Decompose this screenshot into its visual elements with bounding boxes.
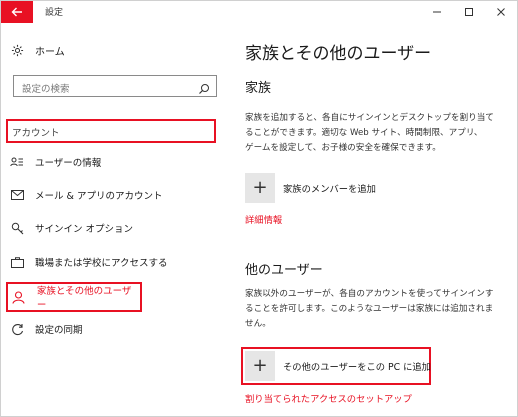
close-icon — [497, 8, 505, 16]
minimize-icon — [433, 11, 441, 13]
description-line: 家族以外のユーザーが、各自のアカウントを使ってサインインす — [245, 289, 494, 299]
description-line: 家族を追加すると、各自にサインインとデスクトップを割り当て — [245, 113, 494, 123]
sidebar-item-email-accounts[interactable]: メール & アプリのアカウント — [9, 182, 162, 208]
sidebar-item-signin-options[interactable]: サインイン オプション — [9, 215, 133, 241]
user-info-icon — [9, 156, 25, 168]
sidebar-item-label: 家族とその他のユーザー — [36, 286, 132, 311]
plus-icon: + — [252, 355, 268, 376]
sidebar-item-work-school[interactable]: 職場または学校にアクセスする — [9, 249, 168, 275]
sidebar-item-label: メール & アプリのアカウント — [35, 191, 163, 202]
description-line: せん。 — [245, 319, 271, 329]
search-box[interactable]: 設定の検索 — [13, 75, 217, 97]
close-button[interactable] — [485, 1, 517, 23]
briefcase-icon — [9, 256, 25, 268]
more-info-link[interactable]: 詳細情報 — [245, 212, 282, 226]
assigned-access-link[interactable]: 割り当てられたアクセスのセットアップ — [245, 391, 412, 405]
category-label: アカウント — [12, 128, 60, 139]
settings-window: 設定 ホーム 設定の検索 アカウント ユーザーの情報 メール & アプリのアカウ… — [0, 0, 518, 417]
add-other-user-label: その他のユーザーをこの PC に追加 — [283, 362, 431, 373]
add-family-member-button[interactable]: + 家族のメンバーを追加 — [245, 173, 376, 203]
home-nav-item[interactable]: ホーム — [11, 43, 65, 58]
window-title: 設定 — [45, 8, 64, 18]
description-line: ることができます。適切な Web サイト、時間制限、アプリ、 — [245, 128, 483, 138]
back-button[interactable] — [1, 1, 33, 23]
mail-icon — [9, 190, 25, 200]
sidebar-item-label: 職場または学校にアクセスする — [35, 258, 168, 269]
maximize-button[interactable] — [453, 1, 485, 23]
sidebar-item-label: 設定の同期 — [35, 325, 83, 336]
section-heading-family: 家族 — [245, 81, 272, 96]
search-icon[interactable] — [198, 80, 210, 99]
sidebar-item-user-info[interactable]: ユーザーの情報 — [9, 149, 101, 175]
sidebar-item-label: サインイン オプション — [35, 224, 134, 235]
plus-icon-tile: + — [245, 351, 275, 381]
add-family-member-label: 家族のメンバーを追加 — [283, 184, 376, 195]
description-line: ることを許可します。このようなユーザーは家族には追加されま — [245, 304, 494, 314]
gear-icon — [11, 44, 25, 57]
plus-icon-tile: + — [245, 173, 275, 203]
description-line: ゲームを設定して、お子様の安全を確保できます。 — [245, 143, 441, 153]
add-other-user-button[interactable]: + その他のユーザーをこの PC に追加 — [245, 351, 431, 381]
sync-icon — [9, 323, 25, 336]
other-users-description: 家族以外のユーザーが、各自のアカウントを使ってサインインす ることを許可します。… — [245, 287, 507, 332]
back-arrow-icon — [11, 7, 22, 17]
plus-icon: + — [252, 177, 268, 198]
family-description: 家族を追加すると、各自にサインインとデスクトップを割り当て ることができます。適… — [245, 111, 507, 156]
sidebar: ホーム 設定の検索 アカウント ユーザーの情報 メール & アプリのアカウント … — [1, 23, 227, 416]
minimize-button[interactable] — [421, 1, 453, 23]
section-heading-other-users: 他のユーザー — [245, 263, 323, 278]
home-label: ホーム — [35, 47, 65, 58]
person-icon — [11, 290, 27, 304]
search-placeholder: 設定の検索 — [22, 84, 70, 95]
sidebar-item-family-other-users[interactable]: 家族とその他のユーザー — [6, 282, 142, 312]
page-title: 家族とその他のユーザー — [245, 44, 432, 64]
sidebar-item-label: ユーザーの情報 — [35, 158, 102, 169]
main-content: 家族とその他のユーザー 家族 家族を追加すると、各自にサインインとデスクトップを… — [241, 23, 515, 416]
key-icon — [9, 222, 25, 235]
category-accounts-highlight: アカウント — [6, 119, 216, 143]
maximize-icon — [465, 8, 473, 16]
sidebar-item-sync-settings[interactable]: 設定の同期 — [9, 316, 83, 342]
title-bar: 設定 — [1, 1, 517, 23]
